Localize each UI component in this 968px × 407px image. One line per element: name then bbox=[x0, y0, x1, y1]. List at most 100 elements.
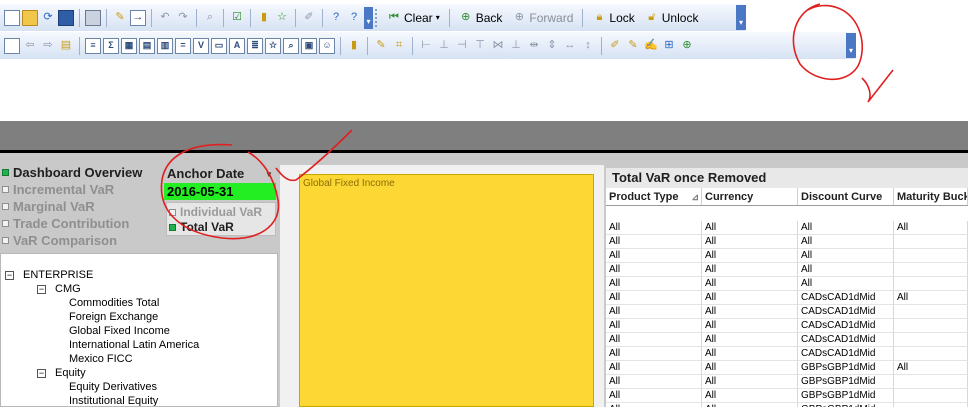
table-row[interactable]: AllAllGBPsGBP1dMid bbox=[606, 403, 968, 407]
anchor-date-value[interactable]: 2016-05-31 bbox=[164, 183, 276, 200]
tree-node-equity-derivatives[interactable]: Equity Derivatives bbox=[69, 380, 157, 394]
bookmark-object-icon[interactable]: ☆ bbox=[265, 37, 281, 54]
tree-node-mexico-ficc[interactable]: Mexico FICC bbox=[69, 352, 133, 366]
properties-icon[interactable]: ⌗ bbox=[391, 38, 407, 54]
menu-var-comparison[interactable]: VaR Comparison bbox=[2, 232, 117, 248]
unlock-button[interactable]: 🔓︎ Unlock bbox=[641, 7, 703, 28]
undo-icon[interactable]: ↶ bbox=[157, 10, 173, 26]
search-object-icon[interactable]: ⌕ bbox=[283, 37, 299, 54]
toolbar-overflow-chevron[interactable]: ▾ bbox=[364, 6, 373, 29]
forward-button[interactable]: ⊕ Forward bbox=[508, 7, 577, 28]
collapse-toggle-icon[interactable]: − bbox=[37, 368, 46, 378]
column-header-discount-curve[interactable]: Discount Curve bbox=[798, 188, 894, 205]
table-row[interactable]: All All CADsCAD1dMid bbox=[606, 305, 968, 319]
chevron-down-icon[interactable]: ▾ bbox=[436, 13, 440, 22]
tree-node-global-fixed-income[interactable]: Global Fixed Income bbox=[69, 324, 170, 338]
menu-incremental-var[interactable]: Incremental VaR bbox=[2, 181, 114, 197]
new-sheet-icon[interactable] bbox=[4, 37, 20, 54]
table-row[interactable]: All All All bbox=[606, 249, 968, 263]
tree-node-enterprise[interactable]: − ENTERPRISE bbox=[5, 268, 93, 282]
slider-icon[interactable]: ☺ bbox=[319, 37, 335, 54]
table-row[interactable]: All All CADsCAD1dMid All bbox=[606, 291, 968, 305]
space-horizontal-icon[interactable]: ⇹ bbox=[526, 38, 542, 54]
help-icon[interactable]: ? bbox=[328, 10, 344, 26]
table-row[interactable]: All All GBPsGBP1dMid All bbox=[606, 361, 968, 375]
same-width-icon[interactable]: ↔ bbox=[562, 38, 578, 54]
format-painter-icon[interactable]: ✎ bbox=[373, 38, 389, 54]
sort-icon[interactable]: ⊿ bbox=[691, 188, 699, 205]
open-folder-icon[interactable] bbox=[22, 9, 38, 26]
toolbar-overflow-chevron[interactable]: ▾ bbox=[846, 33, 856, 58]
table-row[interactable]: AllAllGBPsGBP1dMid bbox=[606, 375, 968, 389]
menu-trade-contribution[interactable]: Trade Contribution bbox=[2, 215, 129, 231]
help-pointer-icon[interactable]: ? bbox=[346, 10, 362, 26]
redo-icon[interactable]: ↷ bbox=[175, 10, 191, 26]
table-row[interactable]: AllAllGBPsGBP1dMid bbox=[606, 389, 968, 403]
listbox-icon[interactable]: ≡ bbox=[85, 37, 101, 54]
menu-dashboard-overview[interactable]: Dashboard Overview bbox=[2, 164, 142, 180]
menu-marginal-var[interactable]: Marginal VaR bbox=[2, 198, 95, 214]
export-icon[interactable]: → bbox=[130, 9, 146, 26]
chart-icon[interactable]: ▮ bbox=[256, 10, 272, 26]
line-arrow-icon[interactable]: ≣ bbox=[247, 37, 263, 54]
table-row[interactable]: All All All bbox=[606, 277, 968, 291]
save-icon[interactable] bbox=[58, 9, 74, 26]
sheet-forward-icon[interactable]: ⇨ bbox=[40, 38, 56, 54]
table-row[interactable]: All All All All bbox=[606, 221, 968, 235]
table-box-icon[interactable]: ▤ bbox=[139, 37, 155, 54]
chevron-down-icon[interactable]: ▼ bbox=[265, 170, 273, 179]
same-height-icon[interactable]: ↕ bbox=[580, 38, 596, 54]
sheet-back-icon[interactable]: ⇦ bbox=[22, 38, 38, 54]
chart-panel[interactable]: Global Fixed Income bbox=[299, 174, 594, 407]
reload-data-icon[interactable]: ⊕ bbox=[679, 38, 695, 54]
toolbar-overflow-chevron[interactable]: ▾ bbox=[736, 5, 746, 30]
table-row[interactable]: All All CADsCAD1dMid bbox=[606, 333, 968, 347]
sheet-properties-icon[interactable]: ▤ bbox=[58, 38, 74, 54]
button-object-icon[interactable]: ▭ bbox=[211, 37, 227, 54]
tree-node-foreign-exchange[interactable]: Foreign Exchange bbox=[69, 310, 158, 324]
collapse-toggle-icon[interactable]: − bbox=[37, 284, 46, 294]
sheet-properties2-icon[interactable]: ✐ bbox=[607, 38, 623, 54]
edit-pencil-icon[interactable]: ✐ bbox=[301, 10, 317, 26]
table-row[interactable]: All All All bbox=[606, 263, 968, 277]
column-header-maturity-bucket[interactable]: Maturity Bucket bbox=[894, 188, 968, 205]
align-right-icon[interactable]: ⊣ bbox=[454, 38, 470, 54]
toolbar-grip[interactable] bbox=[375, 8, 379, 27]
back-button[interactable]: ⊕ Back bbox=[455, 7, 507, 28]
align-middle-icon[interactable]: ⋈ bbox=[490, 38, 506, 54]
check-icon[interactable]: ☑ bbox=[229, 10, 245, 26]
edit-icon[interactable]: ✎ bbox=[112, 10, 128, 26]
reload-icon[interactable]: ⟳ bbox=[40, 10, 56, 26]
statistics-box-icon[interactable]: Σ bbox=[103, 37, 119, 54]
align-left-icon[interactable]: ⊢ bbox=[418, 38, 434, 54]
lock-button[interactable]: 🔒︎ Lock bbox=[588, 7, 638, 28]
text-object-icon[interactable]: A bbox=[229, 37, 245, 54]
chart-object-icon[interactable]: ▥ bbox=[157, 37, 173, 54]
multibox-icon[interactable]: ▦ bbox=[121, 37, 137, 54]
favorite-star-icon[interactable]: ☆ bbox=[274, 10, 290, 26]
input-box-icon[interactable]: = bbox=[175, 37, 191, 54]
tree-node-international-latin-america[interactable]: International Latin America bbox=[69, 338, 199, 352]
chart-wizard-icon[interactable]: ▮ bbox=[346, 38, 362, 54]
tree-node-institutional-equity[interactable]: Institutional Equity bbox=[69, 394, 158, 406]
align-top-icon[interactable]: ⊤ bbox=[472, 38, 488, 54]
search-icon[interactable]: ⌕ bbox=[202, 10, 218, 26]
table-row[interactable]: All All All bbox=[606, 235, 968, 249]
table-row[interactable]: All All CADsCAD1dMid bbox=[606, 347, 968, 361]
tree-node-cmg[interactable]: − CMG bbox=[37, 282, 81, 296]
clear-button[interactable]: ⏮ Clear ▾ bbox=[383, 7, 444, 28]
align-bottom-icon[interactable]: ⊥ bbox=[508, 38, 524, 54]
column-header-product-type[interactable]: Product Type ⊿ bbox=[606, 188, 702, 205]
tree-node-commodities-total[interactable]: Commodities Total bbox=[69, 296, 159, 310]
collapse-toggle-icon[interactable]: − bbox=[5, 270, 14, 280]
column-header-currency[interactable]: Currency bbox=[702, 188, 798, 205]
table-row[interactable]: All All CADsCAD1dMid bbox=[606, 319, 968, 333]
align-center-icon[interactable]: ⊥ bbox=[436, 38, 452, 54]
edit-script-icon[interactable]: ✎ bbox=[625, 38, 641, 54]
new-document-icon[interactable] bbox=[4, 9, 20, 26]
table-viewer-icon[interactable]: ⊞ bbox=[661, 38, 677, 54]
option-total-var[interactable]: Total VaR bbox=[169, 220, 234, 234]
container-icon[interactable]: ▣ bbox=[301, 37, 317, 54]
tree-node-equity[interactable]: − Equity bbox=[37, 366, 86, 380]
space-vertical-icon[interactable]: ⇕ bbox=[544, 38, 560, 54]
